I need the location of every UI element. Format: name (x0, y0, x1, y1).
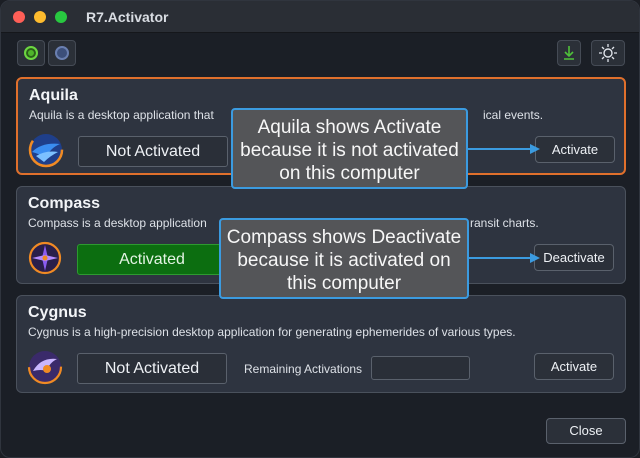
blue-circle-icon (55, 46, 69, 60)
app-description-head: Compass is a desktop application (28, 216, 207, 230)
app-card-cygnus: Cygnus Cygnus is a high-precision deskto… (16, 295, 626, 393)
activation-status: Not Activated (77, 353, 227, 384)
app-description-tail: ical events. (483, 108, 544, 122)
aquila-logo-icon (28, 132, 64, 168)
sun-icon (599, 44, 617, 62)
activator-window: R7.Activator Aquila Aquila is a desktop … (0, 0, 640, 458)
app-description-tail: ransit charts. (470, 216, 539, 230)
compass-logo-icon (28, 241, 62, 275)
deactivate-button[interactable]: Deactivate (534, 244, 614, 271)
activation-status: Not Activated (78, 136, 228, 167)
app-description: Cygnus is a high-precision desktop appli… (28, 325, 516, 339)
cygnus-logo-icon (27, 349, 63, 385)
remaining-activations-field (371, 356, 470, 380)
app-name: Aquila (29, 87, 78, 104)
activation-status: Activated (77, 244, 227, 275)
green-circle-button[interactable] (17, 40, 45, 66)
title-bar: R7.Activator (1, 1, 639, 33)
app-description: Aquila is a desktop application that ica… (29, 108, 543, 122)
theme-toggle-button[interactable] (591, 40, 625, 66)
download-icon (564, 46, 574, 60)
activate-button[interactable]: Activate (534, 353, 614, 380)
callout-compass: Compass shows Deactivate because it is a… (219, 218, 469, 299)
app-name: Cygnus (28, 304, 87, 321)
callout-arrow-compass (469, 253, 540, 263)
window-title: R7.Activator (86, 9, 169, 25)
green-circle-icon (24, 46, 38, 60)
app-description: Compass is a desktop application ransit … (28, 216, 539, 230)
maximize-window-button[interactable] (55, 11, 67, 23)
close-button[interactable]: Close (546, 418, 626, 444)
app-name: Compass (28, 195, 101, 212)
activate-button[interactable]: Activate (535, 136, 615, 163)
blue-circle-button[interactable] (48, 40, 76, 66)
callout-arrow-aquila (468, 144, 540, 154)
close-window-button[interactable] (13, 11, 25, 23)
remaining-activations-label: Remaining Activations (244, 362, 363, 376)
download-button[interactable] (557, 40, 581, 66)
callout-aquila: Aquila shows Activate because it is not … (231, 108, 468, 189)
app-description-head: Aquila is a desktop application that (29, 108, 214, 122)
minimize-window-button[interactable] (34, 11, 46, 23)
